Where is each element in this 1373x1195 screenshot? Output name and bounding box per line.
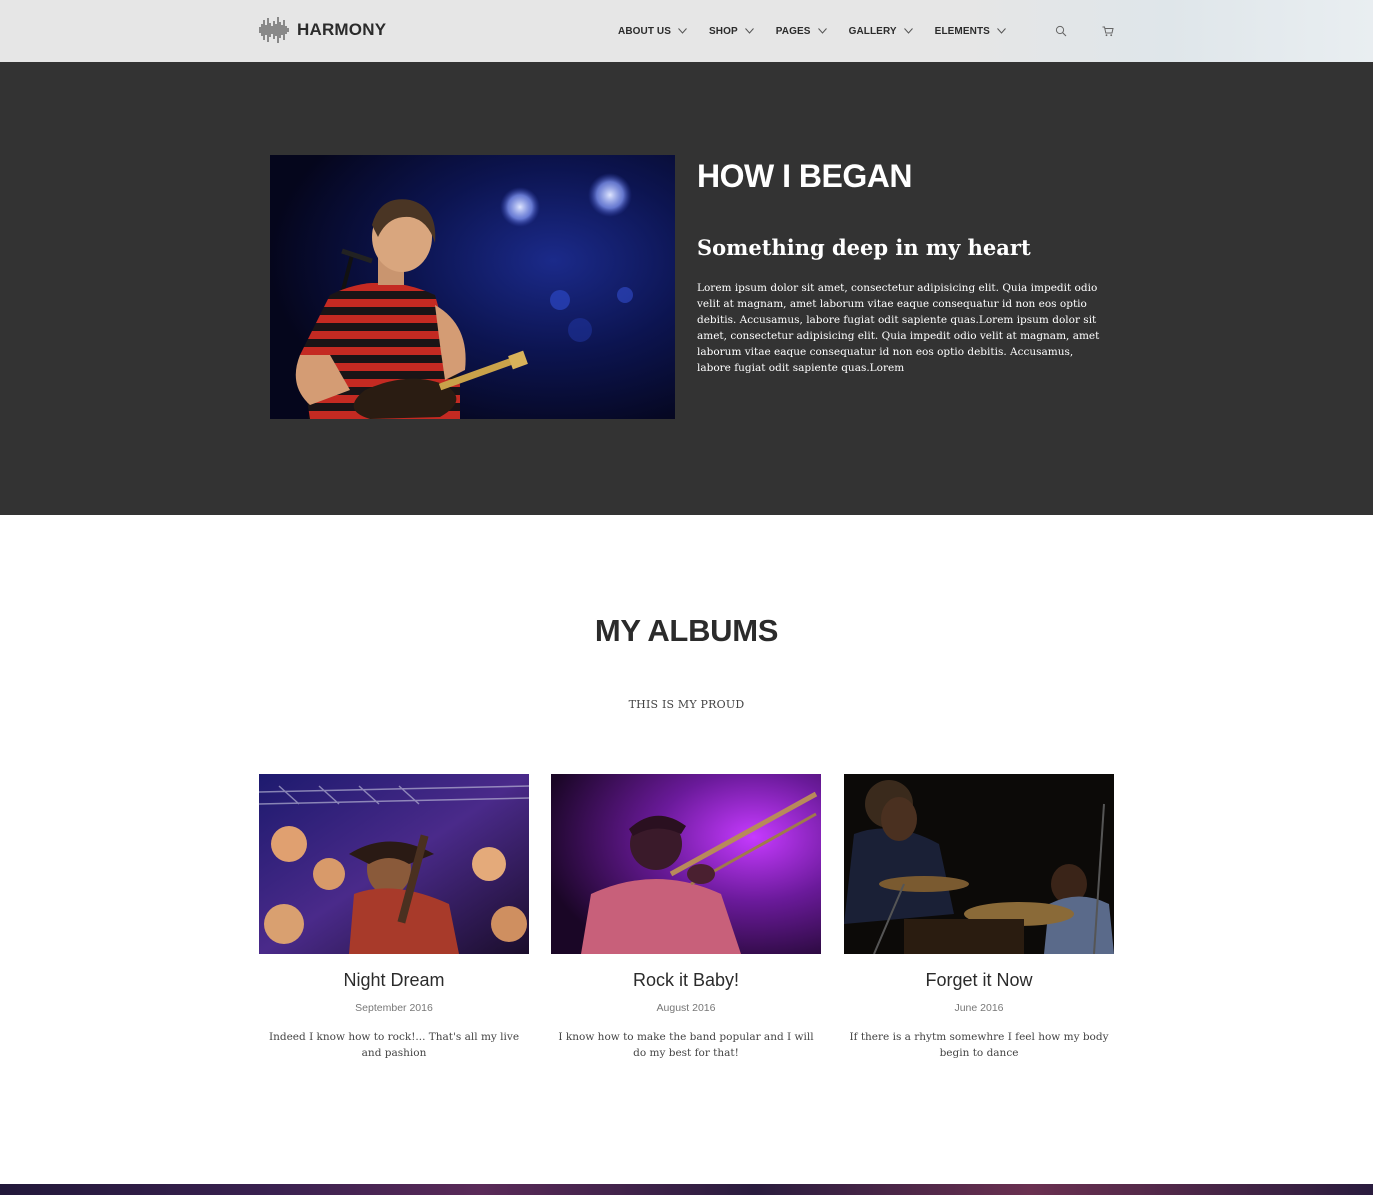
nav-item-gallery[interactable]: GALLERY [849, 26, 913, 37]
logo-text: HARMONY [297, 20, 387, 39]
nav-label: ABOUT US [618, 25, 672, 37]
nav-item-pages[interactable]: PAGES [776, 26, 827, 37]
about-title: HOW I BEGAN [697, 158, 912, 194]
logo[interactable]: HARMONY [259, 15, 386, 45]
album-cover-forget-it-now[interactable] [844, 774, 1114, 954]
chevron-down-icon [744, 28, 754, 34]
album-date: June 2016 [954, 1002, 1004, 1014]
album-card[interactable]: Night Dream September 2016 Indeed I know… [259, 774, 529, 1061]
album-title[interactable]: Rock it Baby! [551, 970, 821, 991]
nav-item-shop[interactable]: SHOP [709, 26, 754, 37]
guitarist-image [270, 155, 675, 419]
albums-title: MY ALBUMS [594, 613, 779, 648]
album-title[interactable]: Night Dream [259, 970, 529, 991]
album-description: I know how to make the band popular and … [558, 1031, 814, 1059]
search-icon[interactable] [1055, 25, 1067, 37]
cart-icon[interactable] [1102, 25, 1114, 37]
site-header: HARMONY ABOUT US SHOP PAGES GALLERY ELEM… [0, 0, 1373, 62]
waveform-logo-icon [259, 17, 289, 43]
next-section-strip [0, 1184, 1373, 1195]
guitarist-photo [270, 155, 675, 419]
about-body-text: Lorem ipsum dolor sit amet, consectetur … [697, 282, 1100, 374]
album-cover-night-dream[interactable] [259, 774, 529, 954]
main-nav: ABOUT US SHOP PAGES GALLERY ELEMENTS [618, 22, 1028, 40]
nav-item-elements[interactable]: ELEMENTS [935, 26, 1006, 37]
chevron-down-icon [997, 28, 1006, 34]
nav-label: PAGES [775, 25, 811, 37]
nav-item-about-us[interactable]: ABOUT US [618, 26, 687, 37]
chevron-down-icon [903, 28, 913, 34]
albums-subtitle: THIS IS MY PROUD [628, 698, 745, 711]
album-card[interactable]: Rock it Baby! August 2016 I know how to … [551, 774, 821, 1061]
album-cover-rock-it-baby[interactable] [551, 774, 821, 954]
chevron-down-icon [678, 28, 687, 34]
about-subtitle: Something deep in my heart [697, 235, 1031, 260]
nav-label: SHOP [709, 25, 738, 37]
nav-label: ELEMENTS [934, 25, 990, 37]
chevron-down-icon [817, 28, 827, 34]
nav-label: GALLERY [848, 25, 897, 37]
album-description: Indeed I know how to rock!... That's all… [268, 1031, 520, 1059]
album-date: September 2016 [355, 1002, 433, 1014]
album-card[interactable]: Forget it Now June 2016 If there is a rh… [844, 774, 1114, 1061]
about-section: HOW I BEGAN Something deep in my heart L… [0, 62, 1373, 515]
album-description: If there is a rhytm somewhre I feel how … [849, 1031, 1109, 1059]
album-title[interactable]: Forget it Now [844, 970, 1114, 991]
album-date: August 2016 [656, 1002, 716, 1014]
